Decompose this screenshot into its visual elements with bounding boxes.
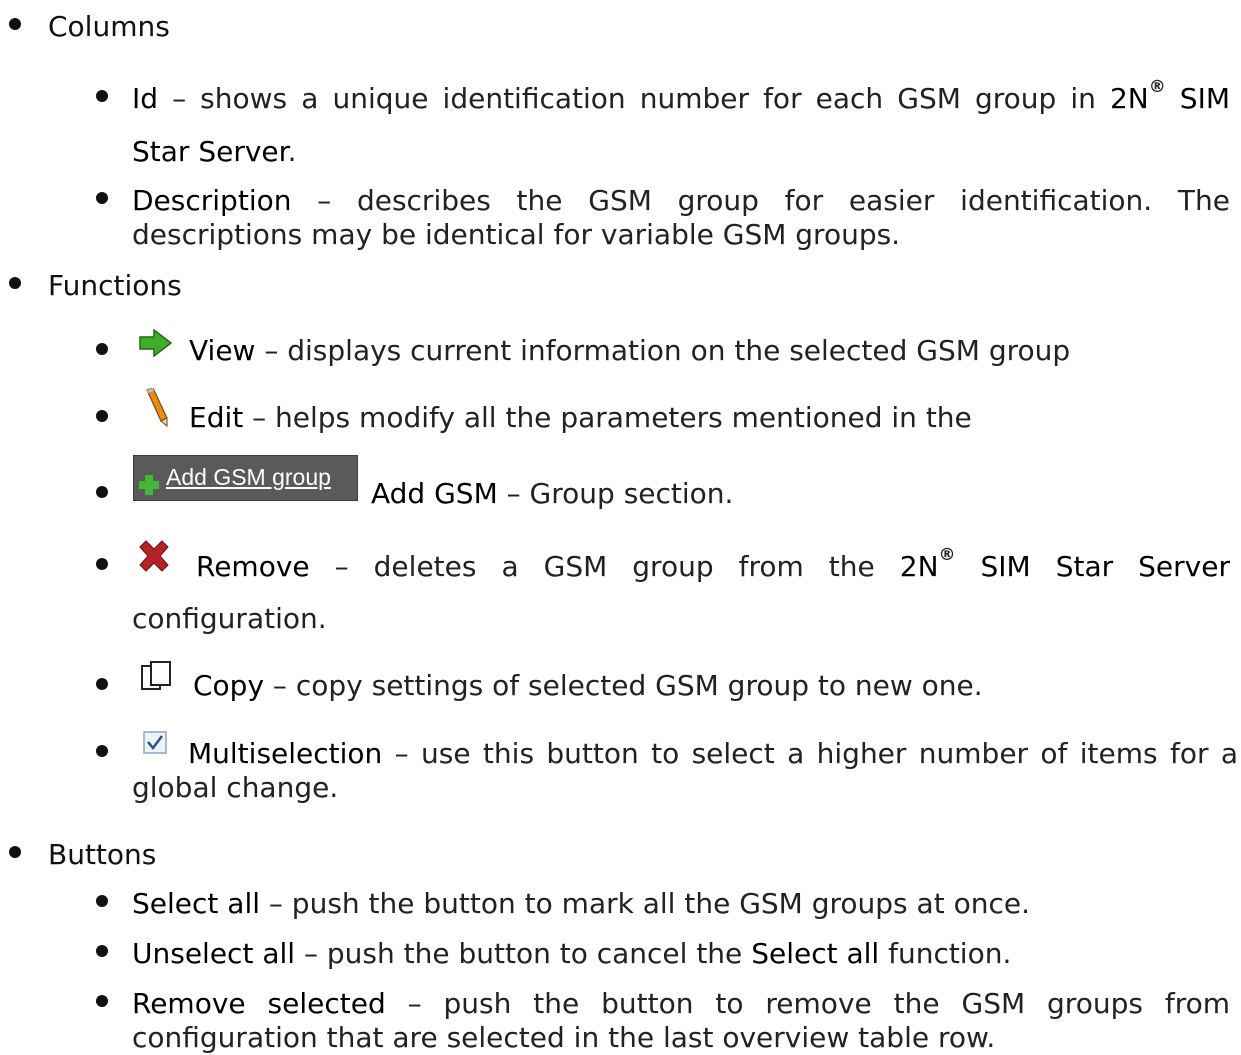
remove-selected-text: – push the button to remove the GSM grou…	[385, 987, 1230, 1020]
term-unselect-all: Unselect all	[132, 937, 296, 970]
item-id: Id – shows a unique identification numbe…	[132, 79, 1230, 116]
item-add: Add GSM – Group section.	[371, 477, 733, 511]
item-remove-line2: configuration.	[132, 602, 327, 635]
item-id-line2: Star Server.	[132, 135, 296, 169]
unselect-tail: function.	[879, 937, 1012, 970]
add-gsm-group-button[interactable]: Add GSM group	[133, 455, 358, 501]
term-view: View	[189, 334, 256, 367]
multiselection-text: – use this button to select a higher num…	[382, 737, 1238, 770]
select-all-ref: Select all	[751, 937, 880, 970]
product-name: Star Server	[132, 135, 288, 168]
term-remove-selected: Remove selected	[132, 987, 386, 1020]
red-x-icon	[139, 540, 169, 572]
bullet	[9, 846, 21, 858]
copy-pages-icon	[141, 661, 171, 690]
term-add: Add GSM	[371, 477, 498, 510]
term-copy: Copy	[193, 669, 265, 702]
item-multiselection: Multiselection – use this button to sele…	[188, 737, 1238, 771]
add-text: – Group section.	[497, 477, 734, 510]
bullet	[96, 192, 108, 204]
term-remove: Remove	[196, 550, 310, 583]
remove-tail: SIM Star Server	[955, 550, 1230, 583]
heading-functions: Functions	[48, 269, 182, 302]
bullet	[96, 343, 108, 355]
term-edit: Edit	[189, 401, 244, 434]
term-description: Description	[132, 184, 292, 217]
pencil-icon	[146, 388, 168, 428]
registered-mark: ®	[938, 545, 956, 565]
bullet	[96, 558, 108, 570]
unselect-all-text: – push the button to cancel the	[295, 937, 752, 970]
heading-buttons: Buttons	[48, 838, 157, 871]
remove-text: – deletes a GSM group from the	[309, 550, 900, 583]
brand: 2N	[1109, 82, 1149, 115]
item-multiselection-line2: global change.	[132, 771, 339, 804]
copy-text: – copy settings of selected GSM group to…	[264, 669, 983, 702]
item-remove: Remove – deletes a GSM group from the 2N…	[196, 547, 1230, 584]
item-description-line2: descriptions may be identical for variab…	[132, 218, 901, 251]
bullet	[96, 745, 108, 757]
item-view: View – displays current information on t…	[189, 334, 1070, 368]
id-tail: SIM	[1165, 82, 1230, 115]
bullet	[9, 277, 21, 289]
bullet	[96, 678, 108, 690]
item-description: Description – describes the GSM group fo…	[132, 184, 1230, 218]
item-remove-selected: Remove selected – push the button to rem…	[132, 987, 1230, 1021]
checkbox-checked-icon	[143, 731, 167, 754]
term-id: Id	[132, 82, 159, 115]
id-text: – shows a unique identification number f…	[158, 82, 1110, 115]
green-arrow-icon	[139, 329, 173, 357]
item-select-all: Select all – push the button to mark all…	[132, 887, 1030, 921]
description-text: – describes the GSM group for easier ide…	[291, 184, 1230, 217]
bullet	[96, 90, 108, 102]
heading-columns: Columns	[48, 10, 170, 43]
bullet	[96, 895, 108, 907]
period: .	[287, 135, 297, 168]
brand: 2N	[899, 550, 939, 583]
bullet	[96, 486, 108, 498]
bullet	[9, 18, 21, 30]
add-gsm-group-label: Add GSM group	[166, 464, 331, 490]
document-page: Columns Id – shows a unique identificati…	[0, 0, 1241, 1054]
bullet	[96, 410, 108, 422]
registered-mark: ®	[1148, 77, 1166, 97]
item-copy: Copy – copy settings of selected GSM gro…	[193, 669, 983, 703]
view-text: – displays current information on the se…	[255, 334, 1071, 367]
bullet	[96, 945, 108, 957]
bullet	[96, 995, 108, 1007]
edit-text: – helps modify all the parameters mentio…	[243, 401, 972, 434]
term-select-all: Select all	[132, 887, 260, 920]
item-edit: Edit – helps modify all the parameters m…	[189, 401, 972, 435]
select-all-text: – push the button to mark all the GSM gr…	[260, 887, 1030, 920]
term-multiselection: Multiselection	[188, 737, 383, 770]
item-remove-selected-line2: configuration that are selected in the l…	[132, 1021, 996, 1054]
green-plus-icon	[139, 475, 159, 495]
item-unselect-all: Unselect all – push the button to cancel…	[132, 937, 1011, 971]
